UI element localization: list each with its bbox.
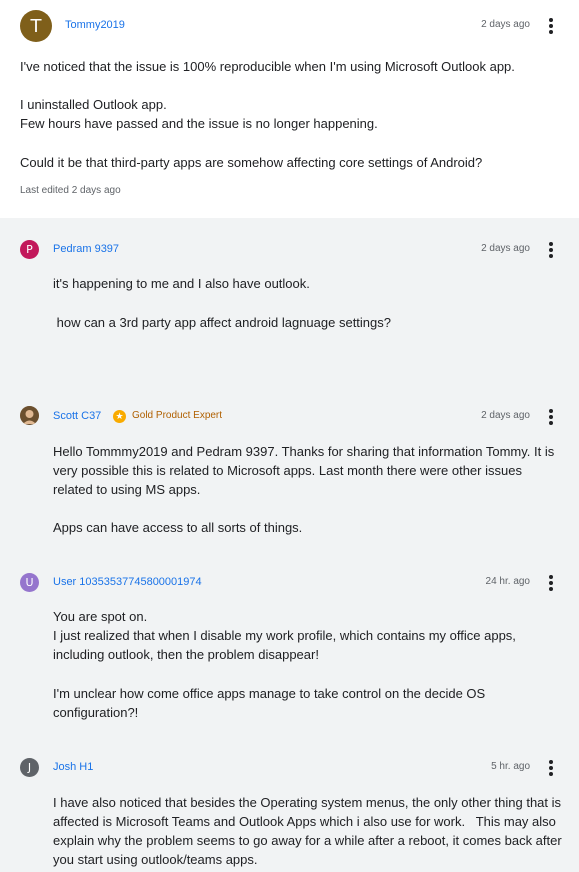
- author-name[interactable]: User 10353537745800001974: [53, 576, 202, 588]
- avatar[interactable]: P: [20, 240, 39, 259]
- avatar[interactable]: [20, 406, 39, 425]
- author-name[interactable]: Josh H1: [53, 761, 93, 773]
- more-options-icon[interactable]: [544, 760, 558, 776]
- post-body-paragraph: I've noticed that the issue is 100% repr…: [20, 59, 515, 74]
- thread: T Tommy2019 2 days ago I've noticed that…: [0, 0, 579, 872]
- author-name[interactable]: Pedram 9397: [53, 243, 119, 255]
- author-name[interactable]: Tommy2019: [65, 19, 125, 31]
- reply-body-paragraph: I'm unclear how come office apps manage …: [53, 686, 486, 720]
- post-time: 2 days ago: [481, 19, 530, 30]
- reply-body-paragraph: it's happening to me and I also have out…: [53, 276, 310, 291]
- reply-time: 24 hr. ago: [485, 576, 530, 587]
- star-badge-icon: ★: [113, 410, 126, 423]
- post-body-paragraph: Could it be that third-party apps are so…: [20, 155, 483, 170]
- reply-body-paragraph: You are spot on. I just realized that wh…: [53, 609, 516, 662]
- avatar[interactable]: J: [20, 758, 39, 777]
- photo-avatar-icon: [20, 406, 39, 425]
- reply-time: 2 days ago: [481, 410, 530, 421]
- original-post: T Tommy2019 2 days ago I've noticed that…: [0, 0, 579, 218]
- post-body-paragraph: I uninstalled Outlook app. Few hours hav…: [20, 97, 378, 131]
- avatar[interactable]: U: [20, 573, 39, 592]
- reply-body-paragraph: how can a 3rd party app affect android l…: [53, 315, 391, 330]
- reply-body-paragraph: Hello Tommmy2019 and Pedram 9397. Thanks…: [53, 444, 555, 497]
- more-options-icon[interactable]: [544, 409, 558, 425]
- author-name[interactable]: Scott C37: [53, 410, 101, 422]
- reply-time: 5 hr. ago: [491, 761, 530, 772]
- reply-time: 2 days ago: [481, 243, 530, 254]
- reply-body-paragraph: Apps can have access to all sorts of thi…: [53, 520, 303, 535]
- avatar[interactable]: T: [20, 10, 52, 42]
- more-options-icon[interactable]: [544, 575, 558, 591]
- more-options-icon[interactable]: [544, 242, 558, 258]
- reply-body-paragraph: I have also noticed that besides the Ope…: [53, 795, 566, 867]
- last-edited-label: Last edited 2 days ago: [20, 185, 121, 196]
- expert-badge-label[interactable]: Gold Product Expert: [132, 410, 222, 421]
- more-options-icon[interactable]: [544, 18, 558, 34]
